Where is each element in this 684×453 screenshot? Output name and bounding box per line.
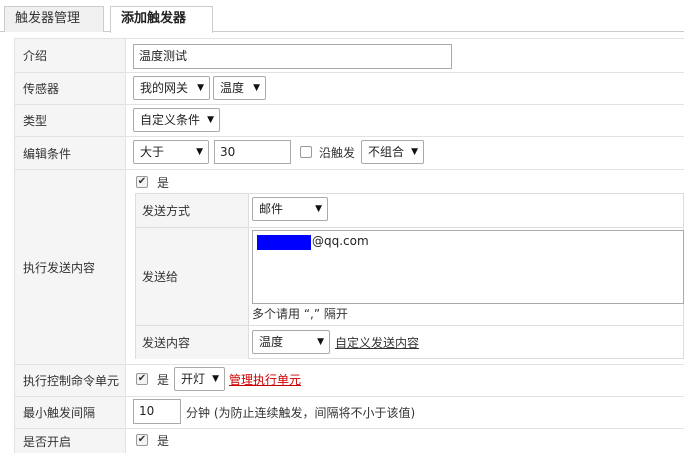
operator-select[interactable]: 大于 ▼ <box>133 140 209 164</box>
interval-note: 分钟 (为防止连续触发，间隔将不小于该值) <box>186 406 416 420</box>
send-content-select[interactable]: 温度 ▼ <box>252 330 330 354</box>
edge-trigger-label: 沿触发 <box>319 146 356 160</box>
sensor-label: 传感器 <box>14 73 126 104</box>
sensor-select-value: 温度 <box>220 81 245 95</box>
checkmark-icon: ✔ <box>137 434 147 445</box>
interval-input[interactable]: 10 <box>133 399 181 424</box>
send-method-row: 发送方式 <box>136 194 684 227</box>
gateway-select[interactable]: 我的网关 ▼ <box>133 76 210 100</box>
tab-bar: 触发器管理 添加触发器 <box>0 0 684 33</box>
send-method-select-value: 邮件 <box>259 202 284 216</box>
type-select[interactable]: 自定义条件 ▼ <box>133 108 220 132</box>
checkmark-icon: ✔ <box>137 373 147 384</box>
enable-checkbox[interactable]: ✔ <box>136 434 148 446</box>
chevron-down-icon: ▼ <box>317 337 324 347</box>
send-content-label: 发送内容 <box>136 326 249 359</box>
form-row-control: 执行控制命令单元 <box>14 364 684 396</box>
enable-label: 是否开启 <box>14 429 126 453</box>
tab-add-trigger[interactable]: 添加触发器 <box>110 6 213 33</box>
control-label: 执行控制命令单元 <box>14 365 126 396</box>
form-row-sensor: 传感器 <box>14 72 684 104</box>
form-row-type: 类型 <box>14 104 684 136</box>
form-row-enable: 是否开启 <box>14 428 684 453</box>
manage-units-link[interactable]: 管理执行单元 <box>229 371 301 388</box>
chevron-down-icon: ▼ <box>411 147 418 157</box>
chevron-down-icon: ▼ <box>315 204 322 214</box>
edge-trigger-checkbox[interactable] <box>300 146 312 158</box>
command-select[interactable]: 开灯 ▼ <box>174 367 225 391</box>
gateway-select-value: 我的网关 <box>140 81 189 95</box>
type-label: 类型 <box>14 105 126 136</box>
send-to-hint: 多个请用 “,” 隔开 <box>252 307 348 321</box>
chevron-down-icon: ▼ <box>212 374 219 384</box>
send-content-select-value: 温度 <box>259 335 284 349</box>
send-enabled-checkbox[interactable]: ✔ <box>136 176 148 188</box>
chevron-down-icon: ▼ <box>253 83 260 93</box>
send-to-value: @qq.com <box>312 234 369 248</box>
command-select-value: 开灯 <box>181 372 206 386</box>
send-to-label: 发送给 <box>136 228 249 325</box>
intro-input[interactable]: 温度测试 <box>133 44 452 69</box>
combine-select-value: 不组合 <box>368 145 405 159</box>
condition-value-input[interactable]: 30 <box>214 140 291 164</box>
send-enabled-label: 是 <box>157 176 170 190</box>
send-to-textarea[interactable]: @qq.com <box>252 230 684 304</box>
chevron-down-icon: ▼ <box>207 115 214 125</box>
chevron-down-icon: ▼ <box>197 83 204 93</box>
operator-select-value: 大于 <box>140 145 165 159</box>
chevron-down-icon: ▼ <box>196 147 203 157</box>
control-enabled-checkbox[interactable]: ✔ <box>136 373 148 385</box>
intro-label: 介绍 <box>14 39 126 72</box>
custom-content-link[interactable]: 自定义发送内容 <box>335 334 419 351</box>
interval-label: 最小触发间隔 <box>14 397 126 428</box>
send-method-select[interactable]: 邮件 ▼ <box>252 197 328 221</box>
control-enabled-label: 是 <box>157 373 170 387</box>
tab-trigger-management[interactable]: 触发器管理 <box>4 6 104 32</box>
enable-yes-label: 是 <box>157 434 170 448</box>
condition-label: 编辑条件 <box>14 137 126 169</box>
checkmark-icon: ✔ <box>137 176 147 187</box>
sensor-select[interactable]: 温度 ▼ <box>213 76 266 100</box>
redacted-email-block <box>257 235 311 250</box>
send-label: 执行发送内容 <box>14 170 126 364</box>
combine-select[interactable]: 不组合 ▼ <box>361 140 424 164</box>
type-select-value: 自定义条件 <box>140 113 201 127</box>
send-method-label: 发送方式 <box>136 194 249 227</box>
